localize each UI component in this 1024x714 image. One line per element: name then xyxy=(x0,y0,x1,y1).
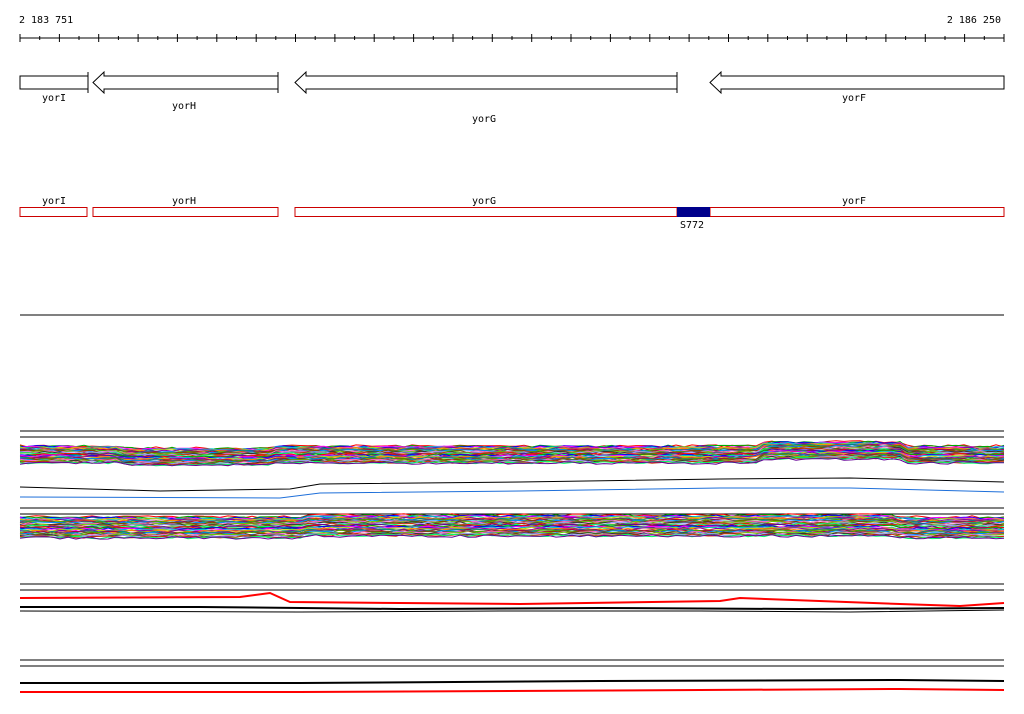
gene-label-yorF: yorF xyxy=(842,93,866,104)
transcript-label-yorI: yorI xyxy=(42,196,66,207)
expression-panel-2 xyxy=(19,477,1005,540)
feature-block-S772[interactable] xyxy=(677,207,710,217)
transcript-box-yorH[interactable] xyxy=(92,207,279,217)
black-expression-trace-4 xyxy=(20,678,1005,684)
expression-trace-bundle-1 xyxy=(19,440,1005,467)
gene-track: yorI yorH yorG yorF xyxy=(19,70,1005,125)
coordinate-ruler: 2 183 751 2 186 250 xyxy=(19,15,1005,42)
black-expression-trace xyxy=(19,477,1005,492)
gene-label-yorH: yorH xyxy=(172,101,196,112)
red-expression-trace xyxy=(19,591,1005,608)
transcript-label-yorF: yorF xyxy=(842,196,866,207)
gene-label-yorI: yorI xyxy=(42,93,66,104)
black-expression-trace-b xyxy=(19,609,1005,613)
gene-arrow-yorH[interactable] xyxy=(92,70,279,95)
gene-arrow-yorI[interactable] xyxy=(19,75,89,90)
blue-expression-trace xyxy=(19,487,1005,499)
ruler-end-label: 2 186 250 xyxy=(947,15,1001,26)
gene-arrow-yorG[interactable] xyxy=(294,70,678,95)
transcript-label-yorH: yorH xyxy=(172,196,196,207)
expression-trace-bundle-2 xyxy=(19,513,1005,540)
gene-label-yorG: yorG xyxy=(472,114,496,125)
feature-label-S772: S772 xyxy=(680,220,704,231)
expression-panel-1 xyxy=(19,430,1005,467)
expression-panel-3 xyxy=(19,583,1005,613)
genome-browser-track-view: 2 183 751 2 186 250 yorI yorH yorG yorF … xyxy=(19,15,1005,693)
transcript-box-yorI[interactable] xyxy=(19,207,88,217)
gene-arrow-yorF[interactable] xyxy=(709,70,1005,95)
transcript-track: yorI yorH yorG yorF S772 xyxy=(19,196,1005,231)
red-expression-trace-4 xyxy=(20,687,1005,693)
ruler-start-label: 2 183 751 xyxy=(19,15,73,26)
black-expression-trace-a xyxy=(20,606,1005,611)
transcript-box-yorG[interactable] xyxy=(294,207,678,217)
transcript-box-yorF[interactable] xyxy=(709,207,1005,217)
transcript-label-yorG: yorG xyxy=(472,196,496,207)
expression-panel-4 xyxy=(20,659,1005,693)
